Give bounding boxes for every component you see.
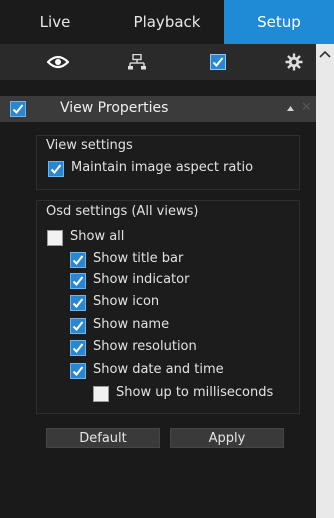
show-title-bar-label: Show title bar [93, 251, 184, 266]
show-resolution-checkbox[interactable] [70, 340, 86, 356]
show-milliseconds-label: Show up to milliseconds [116, 385, 274, 400]
show-name-checkbox[interactable] [70, 318, 86, 334]
show-icon-checkbox[interactable] [70, 295, 86, 311]
show-title-bar-checkbox[interactable] [70, 252, 86, 268]
panel-checkbox-icon [10, 101, 26, 117]
tab-live[interactable]: Live [0, 0, 110, 44]
eye-icon [46, 55, 69, 69]
default-button[interactable]: Default [46, 428, 160, 448]
show-resolution-label: Show resolution [93, 339, 197, 354]
show-milliseconds-checkbox[interactable] [93, 386, 109, 402]
show-all-checkbox[interactable] [47, 230, 63, 246]
view-properties-header[interactable]: View Properties ✕ [0, 96, 316, 122]
checkbox-icon [209, 54, 226, 70]
network-button[interactable] [97, 44, 176, 80]
maintain-aspect-checkbox[interactable] [48, 161, 64, 177]
collapse-arrow-icon[interactable] [287, 106, 294, 111]
scroll-up-arrow-icon[interactable] [319, 50, 331, 58]
apply-button[interactable]: Apply [170, 428, 284, 448]
gear-icon [285, 53, 302, 71]
show-indicator-label: Show indicator [93, 272, 190, 287]
show-name-label: Show name [93, 317, 170, 332]
show-icon-label: Show icon [93, 294, 160, 309]
top-tab-bar: Live Playback Setup [0, 0, 334, 44]
tab-setup[interactable]: Setup [224, 0, 334, 44]
osd-settings-heading: Osd settings (All views) [46, 204, 199, 219]
show-all-label: Show all [70, 229, 125, 244]
vertical-scrollbar[interactable] [316, 44, 334, 518]
view-mode-button[interactable] [18, 44, 97, 80]
network-icon [127, 54, 146, 70]
setup-toolbar [0, 44, 316, 80]
view-settings-heading: View settings [46, 138, 133, 153]
show-indicator-checkbox[interactable] [70, 273, 86, 289]
close-icon[interactable]: ✕ [301, 101, 312, 115]
maintain-aspect-label: Maintain image aspect ratio [71, 160, 254, 175]
view-properties-button[interactable] [178, 44, 257, 80]
panel-title: View Properties [60, 100, 169, 116]
show-date-time-label: Show date and time [93, 362, 224, 377]
show-date-time-checkbox[interactable] [70, 363, 86, 379]
tab-playback[interactable]: Playback [110, 0, 224, 44]
